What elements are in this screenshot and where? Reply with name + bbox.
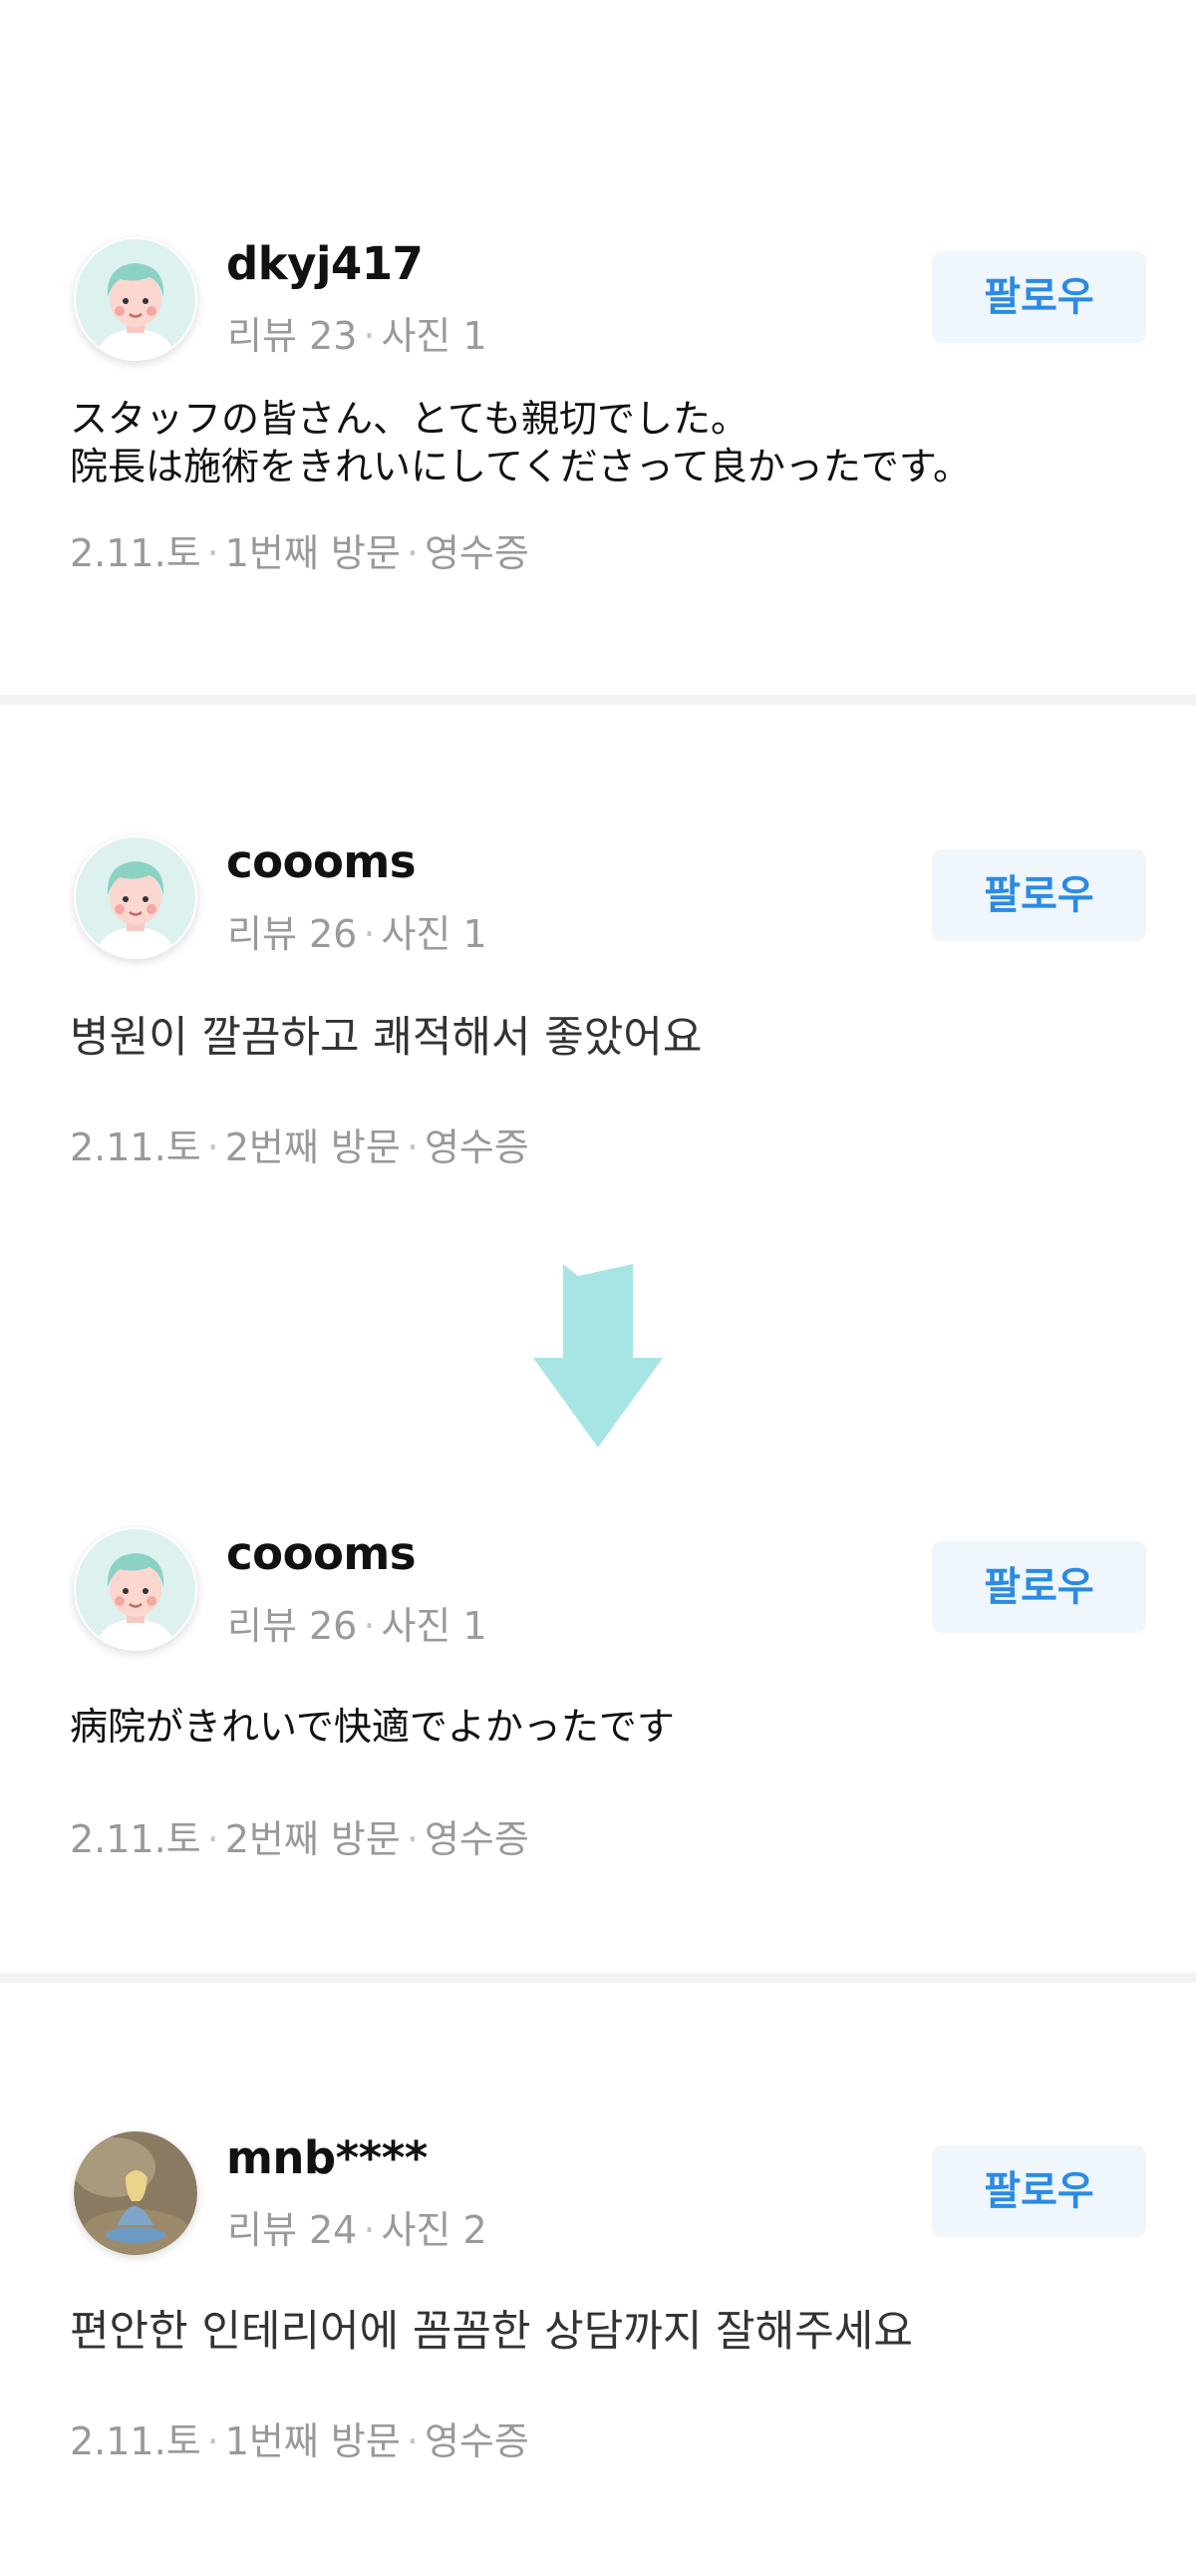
visit-count: 1번째 방문	[224, 2419, 401, 2463]
review-text-line: 편안한 인테리어에 꼼꼼한 상담까지 잘해주세요	[70, 2307, 913, 2357]
username[interactable]: mnb****	[226, 2131, 428, 2184]
separator-dot: ·	[206, 2419, 219, 2463]
separator-dot: ·	[406, 2419, 419, 2463]
visit-date: 2.11.토	[70, 2419, 201, 2463]
photo-avatar-icon	[74, 2131, 197, 2255]
receipt-badge: 영수증	[424, 2419, 529, 2463]
follow-button[interactable]: 팔로우	[932, 2145, 1146, 2237]
user-stats: 리뷰 24 · 사진 2	[227, 2199, 487, 2254]
review-footer: 2.11.토 · 1번째 방문 · 영수증	[70, 2411, 529, 2465]
avatar[interactable]	[74, 2131, 197, 2255]
separator-dot: ·	[363, 2208, 376, 2252]
photo-count: 사진 2	[381, 2208, 487, 2252]
review-count: 리뷰 24	[227, 2208, 358, 2252]
review-header: mnb**** 리뷰 24 · 사진 2 팔로우	[70, 2131, 1146, 2261]
review-text: 편안한 인테리어에 꼼꼼한 상담까지 잘해주세요	[70, 2307, 913, 2357]
review-card: mnb**** 리뷰 24 · 사진 2 팔로우 편안한 인테리어에 꼼꼼한 상담까…	[0, 0, 1196, 2576]
